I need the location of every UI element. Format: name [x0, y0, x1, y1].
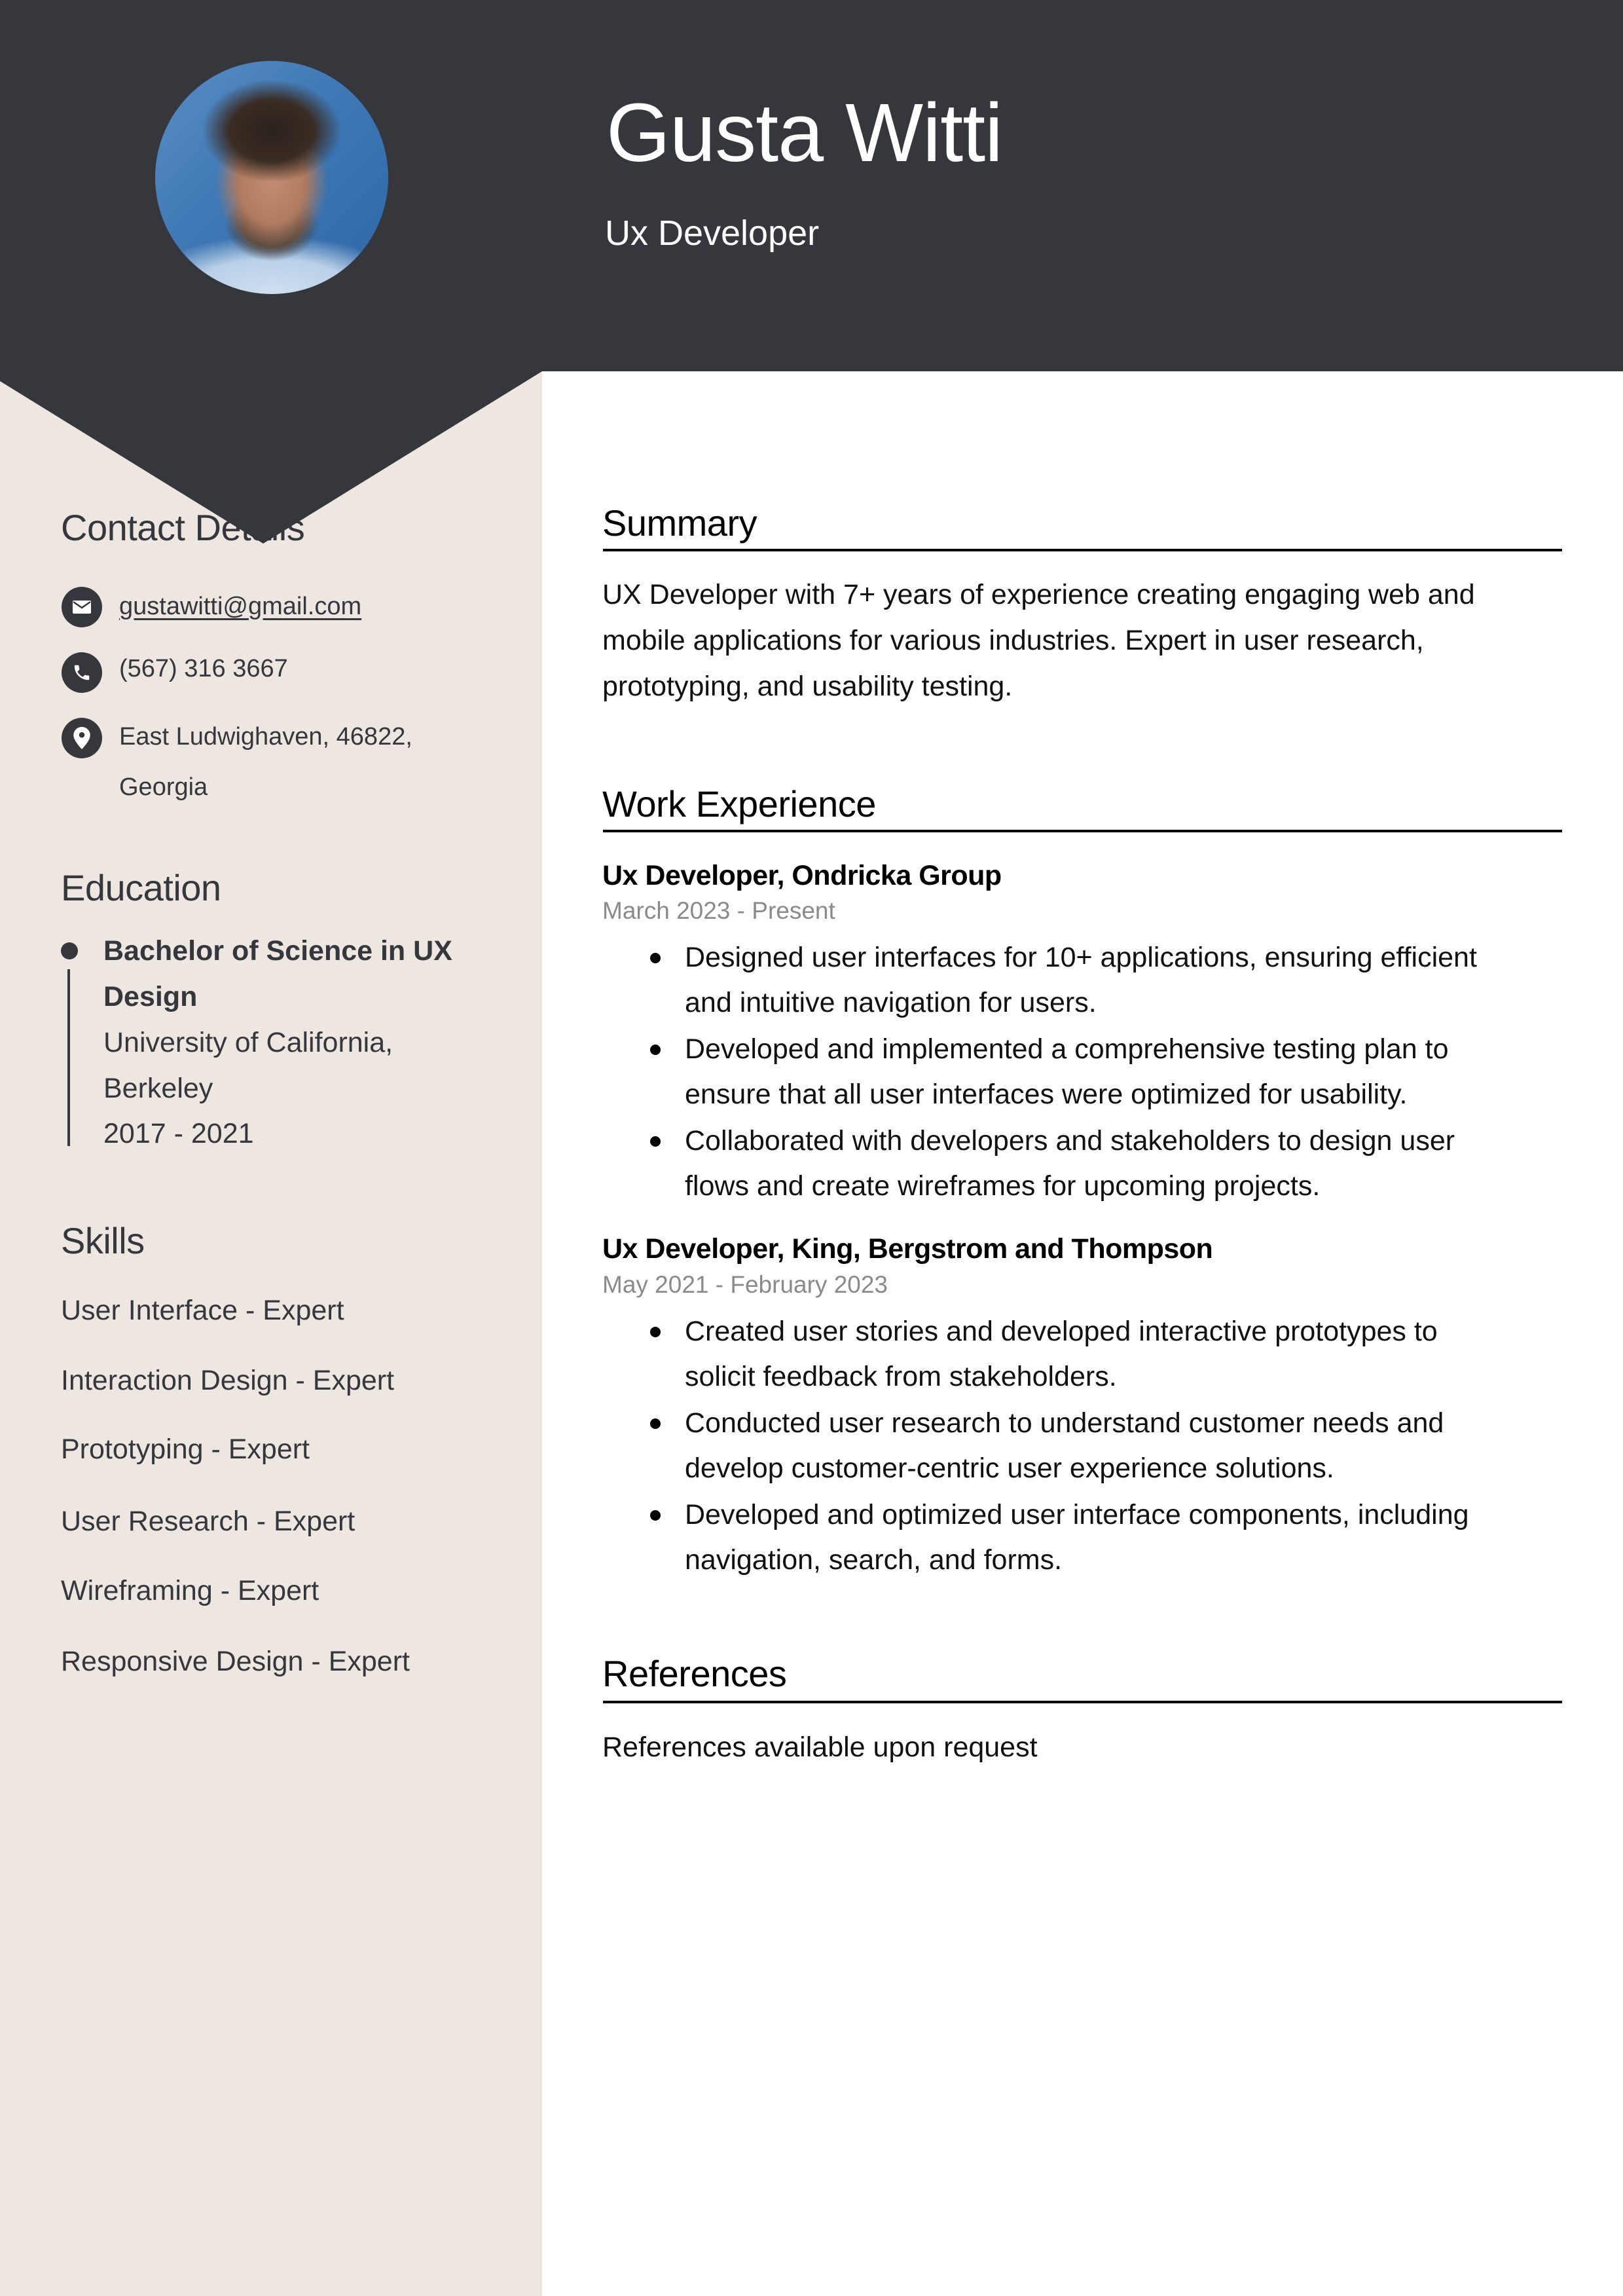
map-pin-icon [62, 718, 102, 758]
experience-divider [603, 830, 1562, 832]
profile-photo [155, 61, 388, 294]
contact-heading: Contact Details [61, 507, 305, 548]
candidate-name: Gusta Witti [606, 86, 1003, 179]
job-dates: March 2023 - Present [602, 897, 835, 924]
references-divider [603, 1701, 1562, 1703]
summary-line: UX Developer with 7+ years of experience… [602, 579, 1475, 610]
skill-item: Interaction Design - Expert [61, 1365, 395, 1396]
bullet-dot [650, 953, 661, 963]
bullet-dot [650, 1045, 661, 1055]
skill-item: Responsive Design - Expert [61, 1646, 410, 1677]
job-bullet-line: develop customer-centric user experience… [685, 1453, 1334, 1484]
job-bullet-line: Created user stories and developed inter… [685, 1316, 1438, 1347]
skill-item: User Interface - Expert [61, 1295, 344, 1326]
job-bullet-line: navigation, search, and forms. [685, 1544, 1063, 1576]
candidate-title: Ux Developer [605, 213, 820, 253]
education-degree-line-2: Design [103, 981, 198, 1012]
job-bullet-line: ensure that all user interfaces were opt… [685, 1079, 1408, 1110]
skill-item: User Research - Expert [61, 1506, 356, 1537]
bullet-dot [650, 1510, 661, 1521]
contact-email[interactable]: gustawitti@gmail.com [119, 582, 361, 632]
job-bullet-line: Developed and implemented a comprehensiv… [685, 1033, 1449, 1065]
timeline-rail [67, 969, 70, 1146]
job-bullet-line: Conducted user research to understand cu… [685, 1407, 1444, 1439]
job-bullet-line: flows and create wireframes for upcoming… [685, 1170, 1321, 1202]
experience-heading: Work Experience [602, 783, 876, 824]
bullet-dot [650, 1327, 661, 1337]
job-bullet-line: and intuitive navigation for users. [685, 987, 1097, 1018]
summary-divider [603, 549, 1562, 551]
contact-address-line-2: Georgia [119, 773, 208, 801]
skill-item: Prototyping - Expert [61, 1434, 310, 1465]
education-school-line-2: Berkeley [103, 1073, 213, 1104]
bullet-dot [650, 1418, 661, 1429]
education-school-line-1: University of California, [103, 1027, 393, 1058]
references-heading: References [602, 1653, 787, 1694]
job-bullet-line: Designed user interfaces for 10+ applica… [685, 942, 1477, 973]
job-bullet-line: Developed and optimized user interface c… [685, 1499, 1469, 1530]
skills-heading: Skills [61, 1220, 145, 1261]
job-bullet-line: Collaborated with developers and stakeho… [685, 1125, 1455, 1157]
summary-heading: Summary [602, 502, 757, 544]
contact-phone: (567) 316 3667 [119, 655, 288, 682]
summary-line: prototyping, and usability testing. [602, 671, 1013, 702]
job-bullet-line: solicit feedback from stakeholders. [685, 1361, 1117, 1392]
education-years: 2017 - 2021 [103, 1118, 254, 1149]
job-title: Ux Developer, King, Bergstrom and Thomps… [602, 1233, 1213, 1265]
job-dates: May 2021 - February 2023 [602, 1271, 888, 1298]
references-text: References available upon request [602, 1731, 1038, 1763]
job-title: Ux Developer, Ondricka Group [602, 860, 1002, 891]
envelope-icon [62, 587, 102, 627]
summary-line: mobile applications for various industri… [602, 625, 1424, 656]
email-link[interactable]: gustawitti@gmail.com [119, 593, 361, 620]
phone-icon [62, 652, 102, 693]
bullet-dot [650, 1136, 661, 1147]
timeline-dot [61, 942, 78, 959]
education-degree-line-1: Bachelor of Science in UX [103, 935, 452, 967]
contact-address-line-1: East Ludwighaven, 46822, [119, 723, 412, 750]
skill-item: Wireframing - Expert [61, 1575, 319, 1606]
education-heading: Education [61, 867, 221, 908]
